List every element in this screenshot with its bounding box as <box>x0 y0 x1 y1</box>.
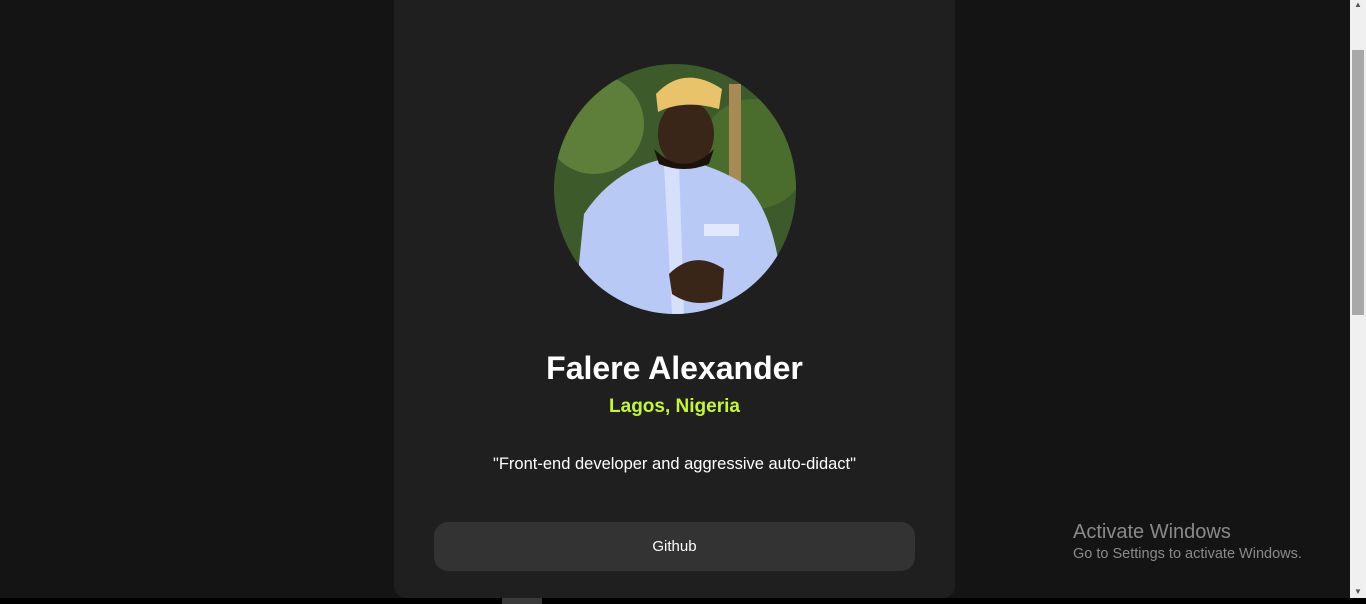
avatar <box>554 64 796 314</box>
watermark-title: Activate Windows <box>1073 521 1231 543</box>
scrollbar-thumb[interactable] <box>1352 50 1364 315</box>
scroll-down-arrow-icon[interactable]: ▼ <box>1350 587 1366 596</box>
activate-windows-watermark: Activate Windows Go to Settings to activ… <box>1073 521 1302 562</box>
profile-location: Lagos, Nigeria <box>609 396 740 417</box>
vertical-scrollbar[interactable]: ▲ ▼ <box>1350 0 1366 598</box>
profile-bio: "Front-end developer and aggressive auto… <box>492 455 857 473</box>
horizontal-scrollbar-thumb[interactable] <box>502 598 542 604</box>
horizontal-scrollbar[interactable] <box>0 598 1366 604</box>
github-link-button[interactable]: Github <box>434 522 915 571</box>
watermark-subtitle: Go to Settings to activate Windows. <box>1073 546 1302 562</box>
scroll-up-arrow-icon[interactable]: ▲ <box>1350 0 1366 9</box>
profile-name: Falere Alexander <box>546 350 803 386</box>
